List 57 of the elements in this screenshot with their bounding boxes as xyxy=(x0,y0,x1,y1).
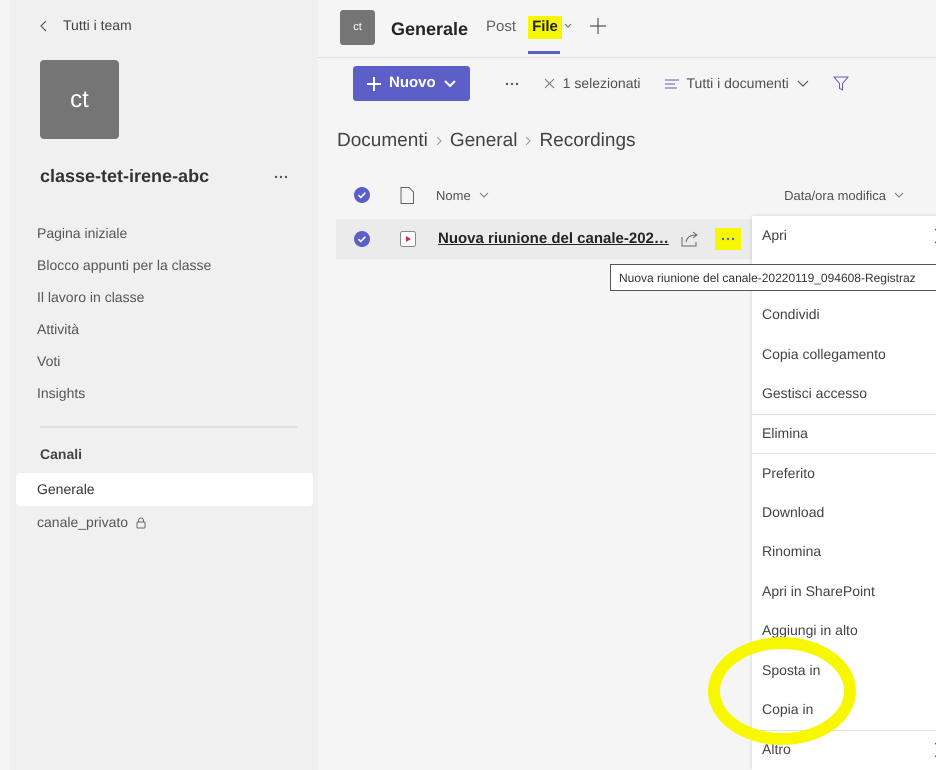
check-circle-icon[interactable] xyxy=(354,187,370,204)
caret-icon xyxy=(894,192,904,198)
selection-count: 1 selezionati xyxy=(562,74,640,93)
chevron-icon xyxy=(525,136,532,146)
tab[interactable]: Post xyxy=(484,10,518,54)
menu-item[interactable]: Apri xyxy=(752,216,936,256)
channel-item[interactable]: canale_privato xyxy=(16,506,313,539)
add-icon[interactable] xyxy=(590,18,606,34)
tab[interactable]: File xyxy=(526,10,574,54)
menu-item[interactable]: Gestisci accesso xyxy=(752,374,936,414)
breadcrumb-item[interactable]: General xyxy=(450,127,518,156)
tooltip: Nuova riunione del canale-20220119_094608-Registraz xyxy=(610,264,936,291)
menu-item[interactable]: Copia collegamento xyxy=(752,334,936,374)
breadcrumb-item[interactable]: Recordings xyxy=(539,127,636,156)
channel-title: Generale xyxy=(391,18,468,41)
nav-item[interactable]: Insights xyxy=(16,378,313,410)
channel-item[interactable]: Generale xyxy=(16,473,313,506)
caret-icon xyxy=(564,23,572,29)
menu-item[interactable]: Condividi xyxy=(752,295,936,334)
menu-item[interactable]: Download xyxy=(752,492,936,532)
menu-item[interactable]: Altro xyxy=(752,730,936,769)
caret-icon xyxy=(444,80,456,88)
chevron-icon xyxy=(436,136,442,146)
nav-item[interactable]: Il lavoro in classe xyxy=(16,282,313,314)
menu-item[interactable]: Sposta in xyxy=(752,650,936,690)
column-header[interactable]: Data/ora modifica xyxy=(784,186,904,205)
team-name: classe-tet-irene-abc xyxy=(40,165,210,188)
menu-item[interactable]: Aggiungi in alto xyxy=(752,611,936,650)
back-icon[interactable] xyxy=(40,20,47,32)
list-icon xyxy=(664,78,678,88)
column-header[interactable]: Nome xyxy=(436,186,489,205)
breadcrumb-item[interactable]: Documenti xyxy=(337,127,428,156)
back-link[interactable]: Tutti i team xyxy=(63,15,132,36)
view-selector[interactable]: Tutti i documenti xyxy=(686,73,789,94)
check-circle-icon[interactable] xyxy=(354,231,370,247)
nav-item[interactable]: Pagina iniziale xyxy=(16,218,313,250)
nav-item[interactable]: Voti xyxy=(16,346,313,378)
new-button[interactable]: Nuovo xyxy=(353,66,470,101)
plus-icon xyxy=(367,76,381,90)
file-link[interactable]: Nuova riunione del canale-202… xyxy=(438,228,669,250)
menu-item[interactable]: Elimina xyxy=(752,414,936,453)
share-icon[interactable] xyxy=(680,231,699,247)
menu-item[interactable]: Preferito xyxy=(752,453,936,492)
channels-heading: Canali xyxy=(40,445,84,464)
menu-item[interactable]: Rinomina xyxy=(752,532,936,572)
caret-icon xyxy=(478,192,489,198)
channel-avatar: ct xyxy=(340,10,375,45)
caret-icon[interactable] xyxy=(796,80,809,87)
nav-item[interactable]: Blocco appunti per la classe xyxy=(16,250,313,282)
filter-icon[interactable] xyxy=(832,76,849,91)
team-avatar: ct xyxy=(40,60,119,139)
menu-item[interactable]: Apri in SharePoint xyxy=(752,572,936,611)
nav-item[interactable]: Attività xyxy=(16,314,313,346)
video-icon xyxy=(400,231,416,247)
file-icon xyxy=(400,186,414,204)
close-icon[interactable] xyxy=(544,78,555,89)
menu-item[interactable]: Copia in xyxy=(752,690,936,730)
